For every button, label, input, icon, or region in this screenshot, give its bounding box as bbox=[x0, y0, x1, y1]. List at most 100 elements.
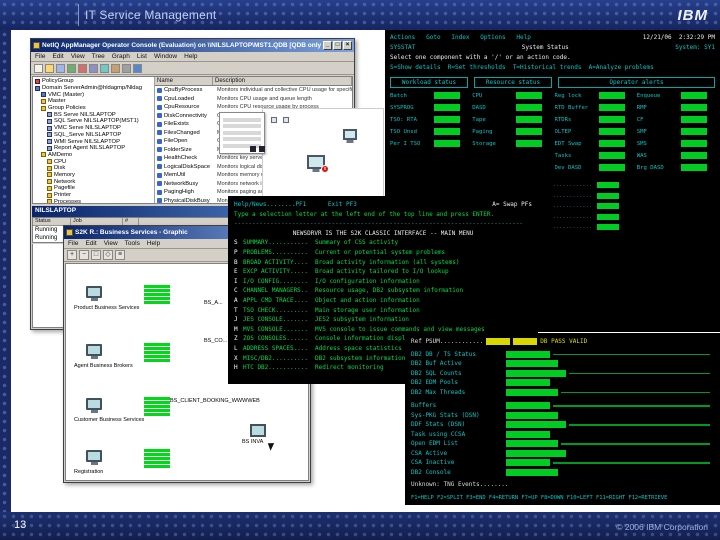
knowledge-script-row[interactable]: CpuLoaded Monitors CPU usage and queue le… bbox=[155, 95, 352, 104]
context-menu-item[interactable] bbox=[223, 130, 261, 135]
status-cell[interactable]: Dev DASD bbox=[555, 163, 633, 172]
tree-item[interactable]: BS Serve NILSLAPTOP bbox=[33, 111, 154, 118]
status-cell[interactable]: Brg DASD bbox=[637, 163, 715, 172]
status-indicator[interactable] bbox=[597, 213, 620, 220]
minimize-button[interactable]: _ bbox=[323, 41, 332, 50]
menu-option[interactable]: S SUMMARY........... Summary of CSS activi… bbox=[234, 238, 532, 248]
knowledge-script-row[interactable]: CpuByProcess Monitors individual and coll… bbox=[155, 86, 352, 95]
menu-item-view[interactable]: View bbox=[71, 53, 85, 60]
status-indicator[interactable] bbox=[598, 164, 625, 171]
status-cell[interactable]: SMS bbox=[637, 139, 715, 148]
tree-item[interactable]: VMC Serve NILSLAPTOP bbox=[33, 125, 154, 132]
context-menu-item[interactable] bbox=[223, 117, 261, 122]
toolbar-new-icon[interactable] bbox=[34, 63, 43, 73]
db2-row[interactable]: CSA Inactive bbox=[411, 458, 714, 468]
status-cell[interactable]: Batch bbox=[390, 91, 468, 100]
jobs-column-header[interactable]: # bbox=[123, 218, 139, 225]
node-label[interactable]: BS_A... bbox=[204, 300, 223, 306]
toolbar-zoom-in-icon[interactable]: + bbox=[67, 250, 77, 260]
status-cell[interactable]: OLTEP bbox=[555, 127, 633, 136]
menu-item-file[interactable]: File bbox=[68, 240, 78, 247]
db2-status-bar[interactable] bbox=[506, 421, 566, 429]
tree-item[interactable]: Network bbox=[33, 178, 154, 185]
status-cell[interactable]: CPU bbox=[472, 91, 550, 100]
toolbar-list-icon[interactable] bbox=[100, 63, 109, 73]
tree-item[interactable]: Group Policies bbox=[33, 105, 154, 112]
tree-item[interactable]: Domain ServerAdmin@hldagmp/Nldag bbox=[33, 85, 154, 92]
status-cell[interactable]: Paging bbox=[472, 127, 550, 136]
status-cell[interactable]: TSO Unsd bbox=[390, 127, 468, 136]
toolbar-chart-icon[interactable] bbox=[67, 63, 76, 73]
status-indicator[interactable] bbox=[598, 128, 625, 135]
status-cell[interactable]: TSO: RTA bbox=[390, 115, 468, 124]
db2-row[interactable]: Open EDM List bbox=[411, 439, 714, 449]
status-indicator[interactable] bbox=[680, 104, 707, 111]
toolbar-open-icon[interactable] bbox=[45, 63, 54, 73]
db2-status-bar[interactable] bbox=[506, 449, 566, 457]
toolbar-layout-icon[interactable]: ≡ bbox=[115, 250, 125, 260]
menu-item-list[interactable]: List bbox=[137, 53, 147, 60]
db2-status-bar[interactable] bbox=[506, 402, 550, 410]
status-indicator[interactable] bbox=[597, 203, 620, 210]
status-indicator[interactable] bbox=[434, 128, 460, 135]
status-cell[interactable]: SMF bbox=[637, 127, 715, 136]
status-cell[interactable]: CF bbox=[637, 115, 715, 124]
jobs-column-header[interactable]: Job bbox=[71, 218, 123, 225]
context-menu-item[interactable] bbox=[223, 137, 261, 141]
maximize-button[interactable]: □ bbox=[333, 41, 342, 50]
tree-item[interactable]: Printer bbox=[33, 192, 154, 199]
menu-option[interactable]: C CHANNEL MANAGERS.. Resource usage, DB2 s… bbox=[234, 286, 532, 296]
tree-item[interactable]: Master bbox=[33, 98, 154, 105]
status-indicator[interactable] bbox=[434, 92, 460, 99]
tree-item[interactable]: WMI Serve NILSLAPTOP bbox=[33, 138, 154, 145]
db2-row[interactable]: Buffers bbox=[411, 401, 714, 411]
status-indicator[interactable] bbox=[597, 192, 620, 199]
status-indicator[interactable] bbox=[516, 128, 543, 135]
menu-option[interactable]: I I/O CONFIG........ I/O configuration inf… bbox=[234, 277, 532, 287]
menu-item-tools[interactable]: Tools bbox=[125, 240, 140, 247]
menu-option[interactable]: P PROBLEMS.......... Current or potential … bbox=[234, 248, 532, 258]
node-label[interactable]: BS_CLIENT_BOOKING_WWWWEB bbox=[170, 398, 260, 404]
tree-item[interactable]: Memory bbox=[33, 172, 154, 179]
menu-item-help[interactable]: Help bbox=[147, 240, 160, 247]
db2-status-bar[interactable] bbox=[506, 369, 566, 377]
node-icon[interactable] bbox=[283, 117, 289, 123]
toolbar-tree-icon[interactable] bbox=[89, 63, 98, 73]
menu-item-view[interactable]: View bbox=[104, 240, 118, 247]
status-indicator[interactable] bbox=[516, 104, 543, 111]
status-indicator[interactable] bbox=[680, 92, 707, 99]
status-indicator[interactable] bbox=[516, 116, 543, 123]
status-cell[interactable]: Tasks bbox=[555, 151, 633, 160]
status-cell[interactable]: EDT Swap bbox=[555, 139, 633, 148]
menu-item-graph[interactable]: Graph bbox=[112, 53, 130, 60]
db2-row[interactable]: Sys-PKG Stats (DSN) bbox=[411, 411, 714, 421]
alert-workstation-icon[interactable]: x bbox=[307, 155, 329, 173]
status-indicator[interactable] bbox=[598, 104, 625, 111]
status-cell[interactable]: Storage bbox=[472, 139, 550, 148]
status-indicator[interactable] bbox=[516, 92, 543, 99]
db2-row[interactable]: DB2 Console bbox=[411, 468, 714, 478]
tree-item[interactable]: VMC (Master) bbox=[33, 91, 154, 98]
menu-item-edit[interactable]: Edit bbox=[52, 53, 63, 60]
menu-item-help[interactable]: Help bbox=[184, 53, 197, 60]
menu-item-file[interactable]: File bbox=[35, 53, 45, 60]
tree-item[interactable]: AMDemo bbox=[33, 152, 154, 159]
tree-item[interactable]: PolicyGroup bbox=[33, 78, 154, 85]
status-cell[interactable]: WAS bbox=[637, 151, 715, 160]
netiq-titlebar[interactable]: NetIQ AppManager Operator Console (Evalu… bbox=[31, 39, 354, 52]
db2-status-bar[interactable] bbox=[506, 468, 558, 476]
node-label[interactable]: BS INVA bbox=[242, 424, 266, 445]
tree-item[interactable]: SQL Serve NILSLAPTOP(MST1) bbox=[33, 118, 154, 125]
business-service-node[interactable]: Registration bbox=[74, 449, 284, 480]
db2-row[interactable]: Task using CCSA bbox=[411, 430, 714, 440]
status-cell[interactable]: SYSPROG bbox=[390, 103, 468, 112]
status-cell[interactable]: Per I TSO bbox=[390, 139, 468, 148]
db2-row[interactable]: DB2 SQL Counts bbox=[411, 369, 714, 379]
menu-item-edit[interactable]: Edit bbox=[85, 240, 96, 247]
status-indicator[interactable] bbox=[434, 140, 460, 147]
status-indicator[interactable] bbox=[680, 152, 707, 159]
status-indicator[interactable] bbox=[680, 140, 707, 147]
status-cell[interactable]: RMF bbox=[637, 103, 715, 112]
status-cell[interactable]: Reg lock bbox=[555, 91, 633, 100]
db2-status-bar[interactable] bbox=[506, 430, 550, 438]
